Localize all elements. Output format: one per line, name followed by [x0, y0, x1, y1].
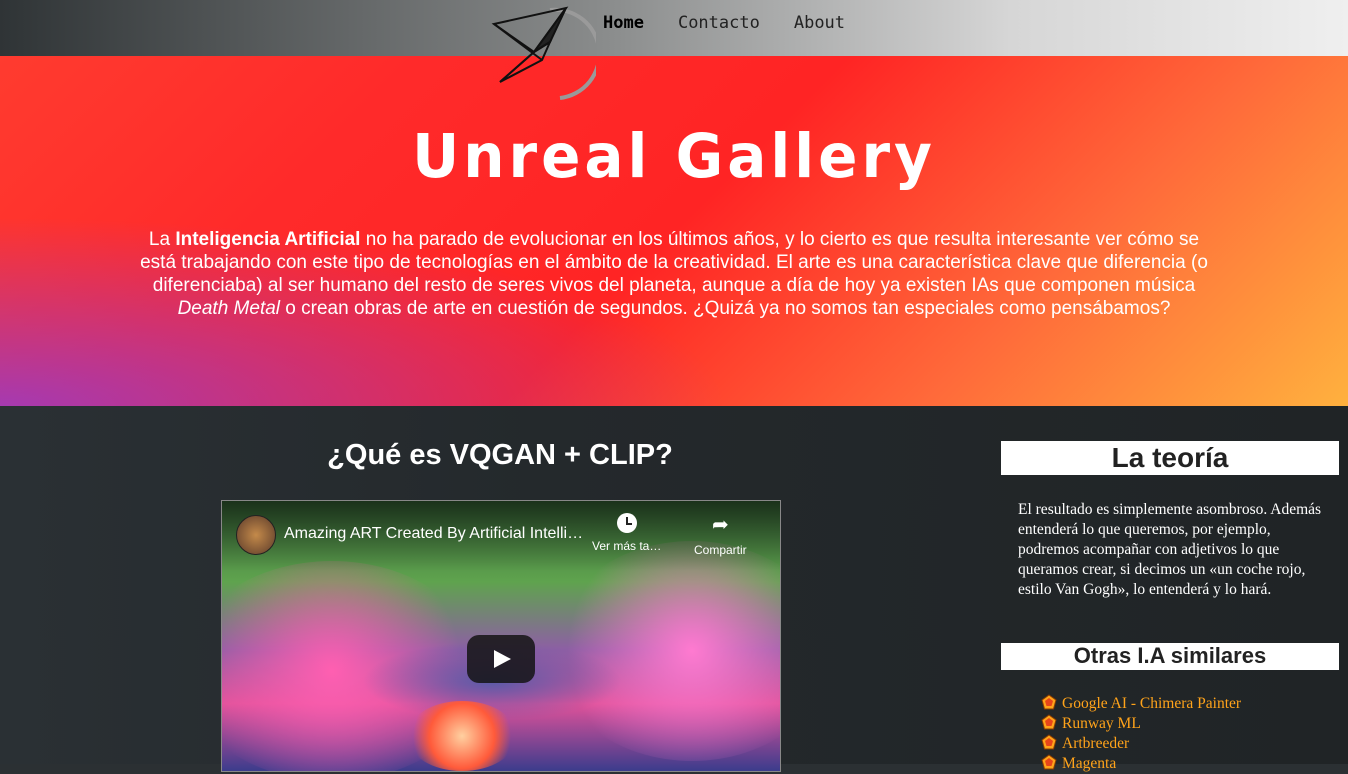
others-heading: Otras I.A similares	[1001, 643, 1339, 670]
share-icon: ➦	[711, 514, 729, 536]
watch-later-button[interactable]: Ver más ta…	[592, 513, 661, 553]
nav-home-link[interactable]: Home	[603, 13, 644, 33]
site-title: Unreal Gallery	[412, 120, 936, 192]
list-item: Runway ML	[1041, 714, 1241, 734]
theory-heading: La teoría	[1001, 441, 1339, 475]
hero-intro-text: La Inteligencia Artificial no ha parado …	[140, 229, 1208, 319]
channel-avatar[interactable]	[236, 515, 276, 555]
link-chimera-painter[interactable]: Google AI - Chimera Painter	[1062, 695, 1241, 712]
link-artbreeder[interactable]: Artbreeder	[1062, 735, 1129, 752]
navbar: Home Contacto About	[0, 0, 1348, 56]
pentagon-icon	[1041, 714, 1057, 730]
video-title[interactable]: Amazing ART Created By Artificial Intell…	[284, 525, 588, 543]
nav-about-link[interactable]: About	[794, 13, 845, 33]
similar-ai-list: Google AI - Chimera Painter Runway ML Ar…	[1041, 694, 1241, 774]
video-thumbnail-art-2	[552, 541, 780, 761]
pentagon-icon	[1041, 754, 1057, 770]
nav-contacto-link[interactable]: Contacto	[678, 13, 760, 33]
share-label: Compartir	[694, 543, 747, 557]
watch-later-label: Ver más ta…	[592, 539, 662, 553]
clock-icon	[616, 513, 637, 533]
origami-bird-logo[interactable]	[488, 2, 596, 102]
pentagon-icon	[1041, 734, 1057, 750]
nav-links: Home Contacto About	[603, 13, 879, 33]
link-runway-ml[interactable]: Runway ML	[1062, 715, 1141, 732]
list-item: Magenta	[1041, 754, 1241, 774]
list-item: Artbreeder	[1041, 734, 1241, 754]
share-button[interactable]: ➦ Compartir	[694, 513, 747, 557]
list-item: Google AI - Chimera Painter	[1041, 694, 1241, 714]
pentagon-icon	[1041, 694, 1057, 710]
main-content: ¿Qué es VQGAN + CLIP? Amazing ART Create…	[0, 406, 1348, 772]
section-title: ¿Qué es VQGAN + CLIP?	[327, 439, 673, 471]
video-thumbnail-sun	[407, 701, 517, 771]
theory-text: El resultado es simplemente asombroso. A…	[1018, 501, 1322, 598]
play-button[interactable]	[467, 635, 535, 683]
hero-banner: Unreal Gallery La Inteligencia Artificia…	[0, 56, 1348, 406]
youtube-video-embed[interactable]: Amazing ART Created By Artificial Intell…	[221, 500, 781, 772]
